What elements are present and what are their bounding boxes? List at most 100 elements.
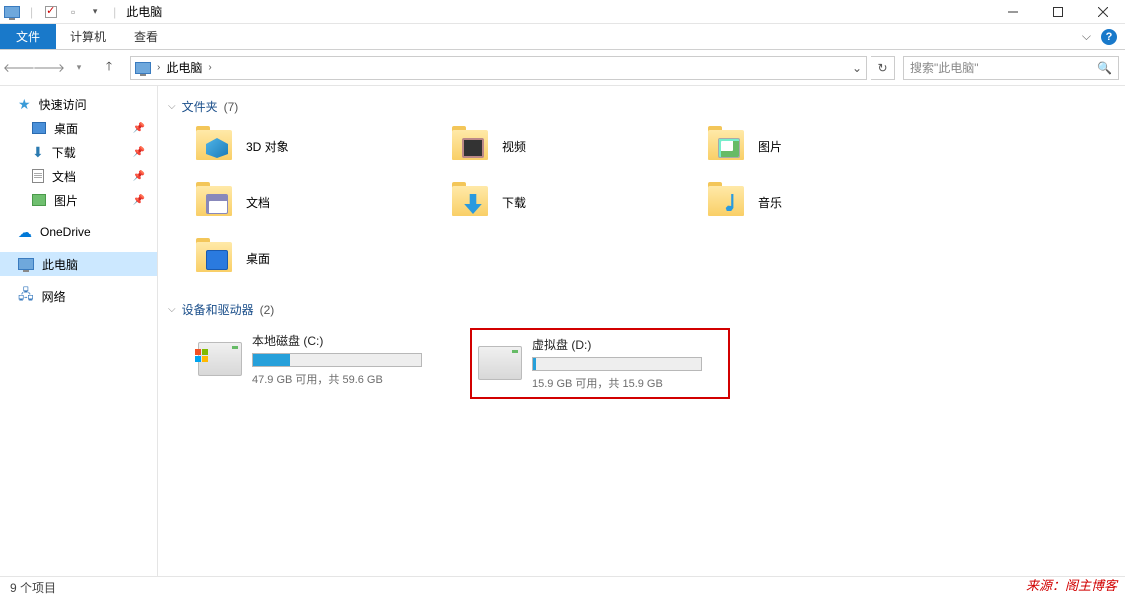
folder-label: 音乐	[758, 194, 782, 211]
sidebar-item-desktop[interactable]: 桌面 📌	[0, 116, 157, 140]
group-count: (2)	[260, 303, 275, 317]
drive-name: 虚拟盘 (D:)	[532, 336, 722, 353]
group-header-folders[interactable]: ⌵ 文件夹 (7)	[168, 98, 1115, 115]
pictures-icon	[32, 194, 46, 206]
maximize-button[interactable]	[1035, 0, 1080, 24]
folder-icon	[706, 182, 748, 222]
window-title: 此电脑	[126, 3, 162, 20]
folder-label: 文档	[246, 194, 270, 211]
app-icon	[4, 4, 20, 20]
downloads-icon: ⬇	[32, 144, 44, 161]
breadcrumb-chevron-icon[interactable]: ›	[157, 62, 160, 73]
folder-label: 下载	[502, 194, 526, 211]
address-dropdown-icon[interactable]: ⌄	[852, 61, 862, 75]
network-icon: 🖧	[18, 284, 34, 308]
qat-dropdown-icon[interactable]: ▾	[87, 4, 103, 20]
content-pane: ⌵ 文件夹 (7) 3D 对象 视频 图片 文档 下载 音乐	[158, 86, 1125, 576]
navigation-bar: 🡐 🡒 ▾ 🡑 › 此电脑 › ⌄ ↻ 搜索"此电脑" 🔍	[0, 50, 1125, 86]
separator: |	[30, 5, 33, 19]
close-button[interactable]	[1080, 0, 1125, 24]
quick-access-toolbar: | ▫ ▾ |	[4, 4, 120, 20]
minimize-button[interactable]	[990, 0, 1035, 24]
up-button[interactable]: 🡑	[96, 55, 122, 81]
sidebar-label: 网络	[42, 288, 66, 305]
folder-item-desktop[interactable]: 桌面	[194, 237, 450, 279]
chevron-down-icon: ⌵	[168, 304, 176, 315]
separator: |	[113, 5, 116, 19]
qat-icon[interactable]: ▫	[65, 4, 81, 20]
recent-dropdown-icon[interactable]: ▾	[66, 55, 92, 81]
folder-icon	[194, 126, 236, 166]
sidebar-onedrive[interactable]: ☁ OneDrive	[0, 220, 157, 244]
breadcrumb-label: 此电脑	[166, 59, 202, 76]
back-button[interactable]: 🡐	[6, 55, 32, 81]
status-item-count: 9 个项目	[10, 579, 56, 596]
sidebar-item-pictures[interactable]: 图片 📌	[0, 188, 157, 212]
sidebar-item-documents[interactable]: 文档 📌	[0, 164, 157, 188]
star-icon: ★	[18, 96, 31, 113]
search-icon[interactable]: 🔍	[1097, 61, 1112, 75]
ribbon-tabs: 文件 计算机 查看 ⌵ ?	[0, 24, 1125, 50]
folder-icon	[450, 126, 492, 166]
folder-label: 3D 对象	[246, 138, 289, 155]
status-bar: 9 个项目	[0, 576, 1125, 598]
breadcrumb-item[interactable]: 此电脑 ›	[166, 59, 211, 76]
pin-icon: 📌	[133, 123, 145, 134]
folder-item-pictures[interactable]: 图片	[706, 125, 962, 167]
group-count: (7)	[224, 100, 239, 114]
sidebar-item-downloads[interactable]: ⬇ 下载 📌	[0, 140, 157, 164]
drive-icon	[198, 342, 242, 376]
drive-name: 本地磁盘 (C:)	[252, 332, 450, 349]
watermark: 来源：阁主博客	[1026, 575, 1117, 594]
desktop-icon	[32, 122, 46, 134]
ribbon-collapse-icon[interactable]: ⌵	[1082, 29, 1091, 44]
sidebar-label: OneDrive	[40, 225, 91, 239]
drive-usage-bar	[532, 357, 702, 371]
folder-item-3d[interactable]: 3D 对象	[194, 125, 450, 167]
file-tab[interactable]: 文件	[0, 24, 56, 49]
pin-icon: 📌	[133, 147, 145, 158]
window-controls	[990, 0, 1125, 24]
computer-icon	[18, 258, 34, 270]
folder-item-video[interactable]: 视频	[450, 125, 706, 167]
sidebar-label: 快速访问	[39, 96, 87, 113]
sidebar-label: 下载	[52, 144, 76, 161]
tab-view[interactable]: 查看	[120, 24, 172, 49]
tab-computer[interactable]: 计算机	[56, 24, 120, 49]
sidebar-quick-access[interactable]: ★ 快速访问	[0, 92, 157, 116]
breadcrumb-chevron-icon[interactable]: ›	[208, 62, 211, 73]
documents-icon	[32, 169, 44, 183]
drive-usage-bar	[252, 353, 422, 367]
folder-label: 视频	[502, 138, 526, 155]
folder-icon	[194, 238, 236, 278]
drive-subtitle: 47.9 GB 可用，共 59.6 GB	[252, 371, 450, 387]
folder-item-downloads[interactable]: 下载	[450, 181, 706, 223]
drive-subtitle: 15.9 GB 可用，共 15.9 GB	[532, 375, 722, 391]
sidebar-label: 图片	[54, 192, 78, 209]
folder-item-music[interactable]: 音乐	[706, 181, 962, 223]
drive-item[interactable]: 虚拟盘 (D:) 15.9 GB 可用，共 15.9 GB	[470, 328, 730, 399]
forward-button[interactable]: 🡒	[36, 55, 62, 81]
properties-icon[interactable]	[43, 4, 59, 20]
refresh-button[interactable]: ↻	[871, 56, 895, 80]
pin-icon: 📌	[133, 195, 145, 206]
folder-item-documents[interactable]: 文档	[194, 181, 450, 223]
group-label: 文件夹	[182, 98, 218, 115]
folder-label: 桌面	[246, 250, 270, 267]
sidebar-label: 此电脑	[42, 256, 78, 273]
group-header-drives[interactable]: ⌵ 设备和驱动器 (2)	[168, 301, 1115, 318]
navigation-pane: ★ 快速访问 桌面 📌 ⬇ 下载 📌 文档 📌 图片 📌 ☁ OneDrive	[0, 86, 158, 576]
drive-item[interactable]: 本地磁盘 (C:) 47.9 GB 可用，共 59.6 GB	[194, 328, 454, 399]
sidebar-network[interactable]: 🖧 网络	[0, 284, 157, 308]
sidebar-label: 文档	[52, 168, 76, 185]
address-bar[interactable]: › 此电脑 › ⌄	[130, 56, 867, 80]
sidebar-label: 桌面	[54, 120, 78, 137]
folder-icon	[706, 126, 748, 166]
folder-icon	[450, 182, 492, 222]
group-label: 设备和驱动器	[182, 301, 254, 318]
sidebar-this-pc[interactable]: 此电脑	[0, 252, 157, 276]
search-input[interactable]: 搜索"此电脑" 🔍	[903, 56, 1119, 80]
folder-icon	[194, 182, 236, 222]
help-icon[interactable]: ?	[1101, 29, 1117, 45]
folder-label: 图片	[758, 138, 782, 155]
